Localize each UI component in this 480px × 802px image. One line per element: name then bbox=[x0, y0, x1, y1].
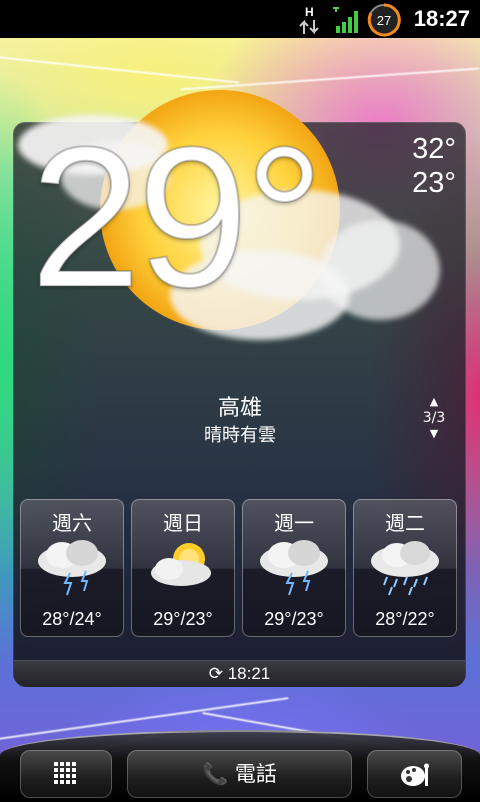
all-apps-button[interactable] bbox=[20, 750, 112, 798]
thunderstorm-icon bbox=[260, 540, 328, 596]
city-name[interactable]: 高雄 bbox=[0, 390, 480, 422]
forecast-row: 週六 28°/24° 週日 29°/23° 週一 29°/23° 週二 28°/… bbox=[20, 499, 460, 639]
rain-icon bbox=[371, 541, 439, 596]
forecast-day-temp: 29°/23° bbox=[153, 609, 213, 629]
forecast-day-card[interactable]: 週六 28°/24° bbox=[20, 499, 124, 637]
forecast-day-temp: 28°/22° bbox=[375, 609, 435, 629]
last-update-bar[interactable]: ⟳ 18:21 bbox=[14, 660, 465, 687]
phone-icon: 📞 bbox=[202, 762, 229, 786]
forecast-day-name: 週日 bbox=[163, 511, 203, 535]
data-transfer-icon: H bbox=[299, 5, 319, 35]
forecast-day-name: 週二 bbox=[385, 511, 425, 535]
svg-text:H: H bbox=[305, 5, 314, 19]
svg-text:27: 27 bbox=[377, 13, 391, 28]
high-low-temperature: 32° 23° bbox=[412, 132, 456, 200]
weather-condition: 晴時有雲 bbox=[204, 425, 276, 446]
pager-down-arrow-icon[interactable]: ▼ bbox=[414, 426, 454, 442]
phone-label: 電話 bbox=[234, 762, 277, 786]
signal-strength-icon bbox=[333, 7, 358, 33]
phone-label-wrap: 📞 電話 bbox=[127, 758, 352, 788]
forecast-day-card[interactable]: 週一 29°/23° bbox=[242, 499, 346, 637]
forecast-day-temp: 28°/24° bbox=[42, 609, 102, 629]
last-update-time: 18:21 bbox=[227, 664, 271, 683]
personalize-button[interactable] bbox=[367, 750, 462, 798]
forecast-day-name: 週一 bbox=[274, 511, 314, 535]
low-temperature: 23° bbox=[412, 167, 456, 199]
phone-button[interactable]: 📞 電話 bbox=[127, 750, 352, 798]
forecast-day-name: 週六 bbox=[52, 511, 92, 535]
thunderstorm-icon bbox=[38, 540, 106, 596]
high-temperature: 32° bbox=[412, 133, 456, 165]
status-bar: H 27 18:27 bbox=[0, 0, 480, 38]
forecast-day-card[interactable]: 週日 29°/23° bbox=[131, 499, 235, 637]
personalize-icon bbox=[401, 763, 429, 786]
page-indicator: 3/3 bbox=[422, 410, 446, 426]
forecast-day-temp: 29°/23° bbox=[264, 609, 324, 629]
current-temperature: 29° bbox=[29, 106, 325, 329]
status-clock: 18:27 bbox=[413, 6, 470, 31]
battery-icon: 27 bbox=[367, 3, 401, 37]
city-pager[interactable]: ▲ 3/3 ▼ bbox=[414, 394, 454, 442]
pager-up-arrow-icon[interactable]: ▲ bbox=[414, 394, 454, 410]
partly-sunny-icon bbox=[151, 543, 211, 586]
forecast-day-card[interactable]: 週二 28°/22° bbox=[353, 499, 457, 637]
refresh-icon[interactable]: ⟳ bbox=[209, 664, 223, 683]
app-grid-icon bbox=[54, 762, 76, 784]
